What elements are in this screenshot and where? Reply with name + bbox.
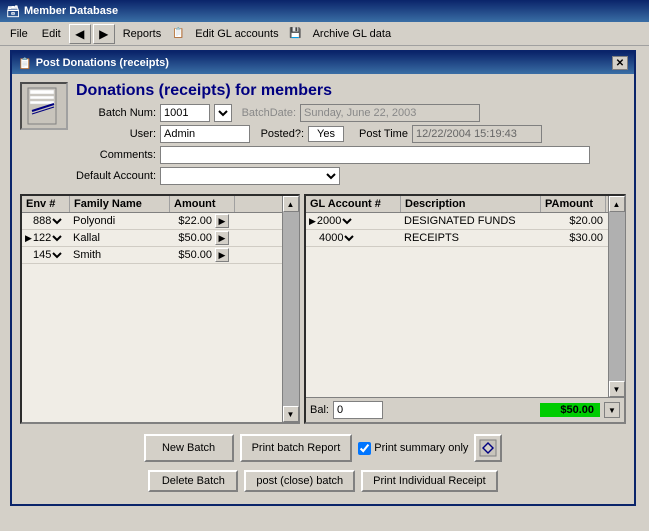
right-table-header: GL Account # Description PAmount	[306, 196, 608, 213]
gl-dropdown-2[interactable]: ▼	[343, 231, 357, 245]
print-individual-button[interactable]: Print Individual Receipt	[361, 470, 498, 492]
menu-edit[interactable]: Edit	[36, 26, 67, 42]
left-table-header: Env # Family Name Amount	[22, 196, 282, 213]
table-row[interactable]: 145 ▼ Smith $50.00 ▶	[22, 247, 282, 264]
batch-num-input[interactable]	[160, 104, 210, 122]
scroll-up-right[interactable]: ▲	[609, 196, 625, 212]
scroll-down-right[interactable]: ▼	[609, 381, 625, 397]
dialog-titlebar: 📋 Post Donations (receipts) ✕	[12, 52, 634, 74]
header-section: Donations (receipts) for members Batch N…	[20, 82, 626, 188]
user-input[interactable]	[160, 125, 250, 143]
comments-label: Comments:	[76, 149, 156, 161]
print-summary-checkbox[interactable]	[358, 442, 371, 455]
table-row[interactable]: 4000 ▼ RECEIPTS $30.00	[306, 230, 608, 247]
posted-value: Yes	[308, 126, 344, 142]
dialog-title: Post Donations (receipts)	[36, 57, 169, 69]
right-table-scrollbar[interactable]: ▲ ▼	[608, 196, 624, 397]
button-bar-1: New Batch Print batch Report Print summa…	[20, 430, 626, 466]
table-row[interactable]: ▶ 2000 ▼ DESIGNATED FUNDS $20.00	[306, 213, 608, 230]
dialog-close-button[interactable]: ✕	[612, 56, 628, 70]
toolbar-forward[interactable]: ▶	[93, 24, 115, 44]
env-dropdown-3[interactable]: ▼	[51, 248, 65, 262]
nav-icon-button[interactable]	[474, 434, 502, 462]
col-description: Description	[401, 196, 541, 212]
tables-section: Env # Family Name Amount 888 ▼ Poly	[20, 194, 626, 424]
bal-input[interactable]	[333, 401, 383, 419]
left-table-scrollbar[interactable]: ▲ ▼	[282, 196, 298, 422]
scroll-up-left[interactable]: ▲	[283, 196, 299, 212]
comments-input[interactable]	[160, 146, 590, 164]
nav-btn-1[interactable]: ▶	[215, 214, 229, 228]
batch-num-label: Batch Num:	[76, 107, 156, 119]
right-table-inner: GL Account # Description PAmount ▶ 2000 …	[306, 196, 624, 397]
right-table-container: GL Account # Description PAmount ▶ 2000 …	[304, 194, 626, 424]
dialog-body: Donations (receipts) for members Batch N…	[12, 74, 634, 504]
print-summary-label: Print summary only	[374, 442, 468, 454]
col-pamount: PAmount	[541, 196, 606, 212]
scroll-track-left[interactable]	[283, 212, 299, 406]
col-family: Family Name	[70, 196, 170, 212]
default-account-row: Default Account:	[76, 167, 626, 185]
menu-archive-gl[interactable]: Archive GL data	[307, 26, 397, 42]
user-row: User: Posted?: Yes Post Time	[76, 125, 626, 143]
dialog-icon: 📋	[18, 57, 32, 70]
print-summary-wrapper: Print summary only	[358, 434, 468, 462]
table-row[interactable]: 888 ▼ Polyondi $22.00 ▶	[22, 213, 282, 230]
user-label: User:	[76, 128, 156, 140]
post-close-batch-button[interactable]: post (close) batch	[244, 470, 355, 492]
left-table-container: Env # Family Name Amount 888 ▼ Poly	[20, 194, 300, 424]
nav-btn-2[interactable]: ▶	[215, 231, 229, 245]
post-time-label: Post Time	[348, 128, 408, 140]
col-amount: Amount	[170, 196, 235, 212]
col-env: Env #	[22, 196, 70, 212]
app-titlebar: 🗃 Member Database	[0, 0, 649, 22]
post-time-input	[412, 125, 542, 143]
button-bar-2: Delete Batch post (close) batch Print In…	[20, 466, 626, 496]
left-table: Env # Family Name Amount 888 ▼ Poly	[22, 196, 282, 422]
env-dropdown-2[interactable]: ▼	[51, 231, 65, 245]
nav-btn-3[interactable]: ▶	[215, 248, 229, 262]
dialog-header-title: Donations (receipts) for members	[76, 82, 626, 100]
header-info: Donations (receipts) for members Batch N…	[76, 82, 626, 188]
header-icon	[20, 82, 68, 130]
scroll-down-left[interactable]: ▼	[283, 406, 299, 422]
comments-row: Comments:	[76, 146, 626, 164]
batch-num-row: Batch Num: ▼ BatchDate:	[76, 104, 626, 122]
batch-date-input	[300, 104, 480, 122]
bal-label: Bal:	[310, 404, 329, 416]
balance-row: Bal: $50.00 ▼	[306, 397, 624, 422]
env-dropdown-1[interactable]: ▼	[51, 214, 65, 228]
col-gl-account: GL Account #	[306, 196, 401, 212]
menu-file[interactable]: File	[4, 26, 34, 42]
batch-num-dropdown[interactable]: ▼	[214, 104, 232, 122]
batch-date-label: BatchDate:	[236, 107, 296, 119]
menu-reports[interactable]: Reports	[117, 26, 168, 42]
app-icon: 🗃	[6, 5, 20, 18]
default-account-select[interactable]	[160, 167, 340, 185]
new-batch-button[interactable]: New Batch	[144, 434, 234, 462]
gl-dropdown-1[interactable]: ▼	[341, 214, 355, 228]
left-table-body: 888 ▼ Polyondi $22.00 ▶ ▶ 122	[22, 213, 282, 422]
posted-label: Posted?:	[254, 128, 304, 140]
toolbar-back[interactable]: ◀	[69, 24, 91, 44]
dialog-titlebar-left: 📋 Post Donations (receipts)	[18, 57, 169, 70]
right-table-body: ▶ 2000 ▼ DESIGNATED FUNDS $20.00	[306, 213, 608, 397]
menu-edit-gl[interactable]: Edit GL accounts	[189, 26, 284, 42]
table-row[interactable]: ▶ 122 ▼ Kallal $50.00 ▶	[22, 230, 282, 247]
app-title: Member Database	[24, 5, 118, 17]
menubar: File Edit ◀ ▶ Reports 📋 Edit GL accounts…	[0, 22, 649, 46]
print-batch-report-button[interactable]: Print batch Report	[240, 434, 353, 462]
bal-total: $50.00	[540, 403, 600, 417]
post-donations-dialog: 📋 Post Donations (receipts) ✕ Donations …	[10, 50, 636, 506]
toolbar-archive-icon: 💾	[287, 25, 305, 43]
delete-batch-button[interactable]: Delete Batch	[148, 470, 238, 492]
right-table: GL Account # Description PAmount ▶ 2000 …	[306, 196, 608, 397]
scroll-corner[interactable]: ▼	[604, 402, 620, 418]
scroll-track-right[interactable]	[609, 212, 625, 381]
toolbar-gl-icon: 📋	[169, 25, 187, 43]
default-account-label: Default Account:	[76, 170, 156, 182]
